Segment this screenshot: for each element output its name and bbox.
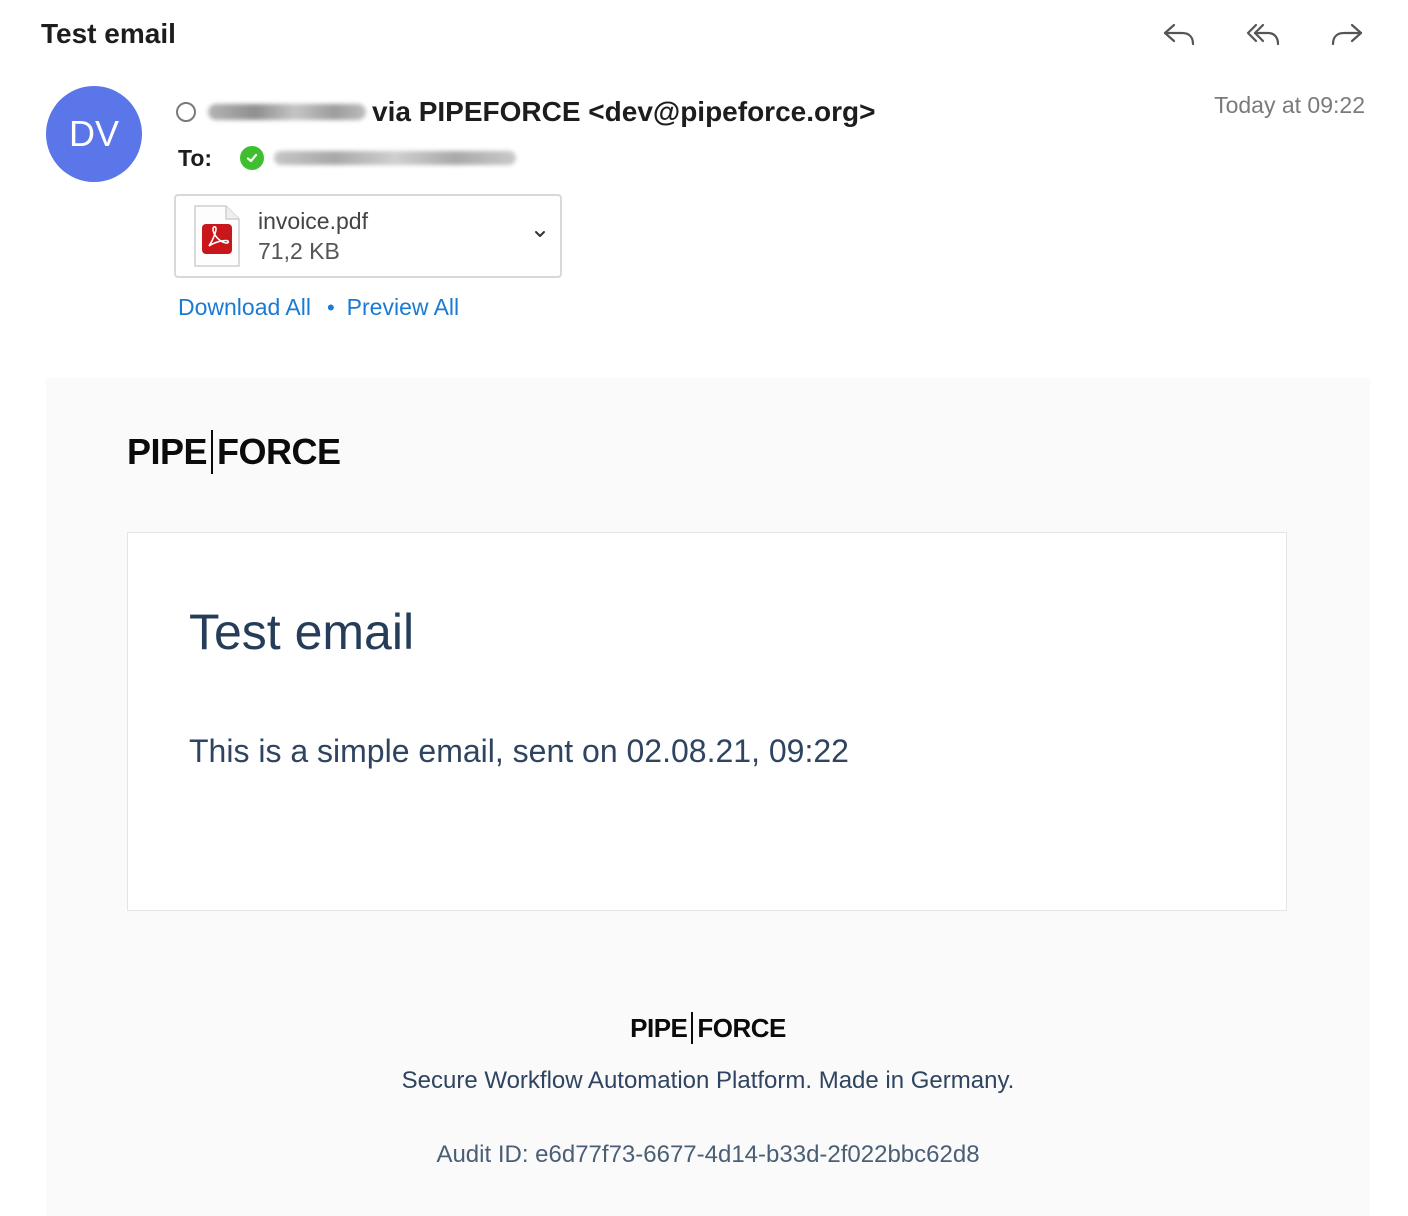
- attachment-filename: invoice.pdf: [258, 208, 368, 234]
- message-actions: [1158, 16, 1368, 52]
- unread-indicator[interactable]: [176, 102, 196, 122]
- message-title: Test email: [189, 604, 415, 660]
- verified-check-icon: [240, 146, 265, 170]
- reply-all-icon: [1246, 23, 1280, 46]
- footer-logo-wrap: PIPE FORCE: [46, 1012, 1370, 1044]
- message-date: Today at 09:22: [1214, 92, 1365, 118]
- redacted-sender-name: [208, 104, 366, 120]
- logo-divider: [211, 430, 214, 474]
- attachment-size: 71,2 KB: [258, 238, 340, 264]
- logo-text-force: FORCE: [217, 431, 341, 472]
- email-body: PIPE FORCE Test email This is a simple e…: [46, 378, 1370, 1216]
- sender-avatar: DV: [46, 86, 142, 182]
- from-row: via PIPEFORCE <dev@pipeforce.org>: [176, 94, 875, 130]
- footer-logo-divider: [691, 1012, 694, 1044]
- audit-id: Audit ID: e6d77f73-6677-4d14-b33d-2f022b…: [436, 1141, 980, 1168]
- reply-all-button[interactable]: [1242, 16, 1284, 52]
- download-all-link[interactable]: Download All: [178, 294, 311, 321]
- footer-tagline: Secure Workflow Automation Platform. Mad…: [401, 1067, 1015, 1094]
- forward-icon: [1331, 23, 1363, 46]
- email-subject: Test email: [41, 18, 176, 49]
- preview-all-link[interactable]: Preview All: [347, 294, 459, 321]
- link-separator: •: [326, 294, 335, 320]
- footer-logo-text-pipe: PIPE: [630, 1012, 688, 1043]
- forward-button[interactable]: [1326, 16, 1368, 52]
- to-row: To:: [178, 142, 517, 174]
- footer-logo-text-force: FORCE: [697, 1012, 786, 1043]
- to-label: To:: [178, 144, 213, 171]
- reply-button[interactable]: [1158, 16, 1200, 52]
- message-text: This is a simple email, sent on 02.08.21…: [189, 733, 849, 769]
- pdf-file-icon: [192, 204, 242, 268]
- message-card: Test email This is a simple email, sent …: [127, 532, 1287, 911]
- chevron-down-icon[interactable]: [532, 226, 548, 247]
- redacted-recipient[interactable]: [274, 151, 517, 165]
- attachment-card[interactable]: invoice.pdf 71,2 KB: [174, 194, 562, 278]
- logo-text-pipe: PIPE: [127, 431, 208, 472]
- pipeforce-logo: PIPE FORCE: [127, 430, 341, 474]
- reply-icon: [1163, 23, 1195, 46]
- sender-address[interactable]: via PIPEFORCE <dev@pipeforce.org>: [372, 96, 875, 128]
- attachment-links: Download All • Preview All: [178, 294, 459, 321]
- footer-logo: PIPE FORCE: [630, 1012, 786, 1044]
